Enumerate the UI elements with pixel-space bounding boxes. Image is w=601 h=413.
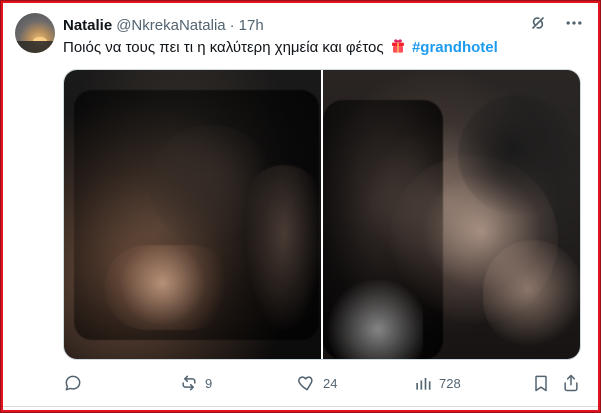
post-top-actions bbox=[528, 13, 584, 33]
user-handle[interactable]: @NkrekaNatalia bbox=[116, 17, 225, 34]
left-arm-highlight bbox=[244, 165, 321, 335]
grok-icon[interactable] bbox=[528, 13, 548, 33]
post-header: Natalie @NkrekaNatalia · 17h bbox=[63, 15, 264, 35]
avatar[interactable] bbox=[15, 13, 55, 53]
tweet-text-body: Ποιός να τους πει τι η καλύτερη χημεία κ… bbox=[63, 39, 384, 56]
right-hand-highlight bbox=[483, 240, 580, 350]
hashtag-link[interactable]: #grandhotel bbox=[412, 39, 498, 56]
post-actions: 9 24 728 bbox=[63, 369, 581, 397]
avatar-ground bbox=[15, 41, 55, 53]
bookmark-button[interactable] bbox=[531, 369, 551, 397]
repost-count: 9 bbox=[205, 375, 213, 391]
views-icon[interactable] bbox=[413, 373, 433, 393]
share-icon[interactable] bbox=[561, 373, 581, 393]
views-button[interactable]: 728 bbox=[413, 369, 461, 397]
media-image-left[interactable] bbox=[64, 70, 321, 359]
views-count: 728 bbox=[439, 375, 461, 391]
reply-button[interactable] bbox=[63, 369, 83, 397]
bookmark-icon[interactable] bbox=[531, 373, 551, 393]
right-shirt-highlight bbox=[323, 280, 423, 359]
gift-icon bbox=[390, 38, 406, 54]
like-button[interactable]: 24 bbox=[297, 369, 337, 397]
share-button[interactable] bbox=[561, 369, 581, 397]
media-image-right[interactable] bbox=[323, 70, 580, 359]
repost-button[interactable]: 9 bbox=[179, 369, 212, 397]
left-face-highlight bbox=[104, 245, 234, 330]
tweet-text: Ποιός να τους πει τι η καλύτερη χημεία κ… bbox=[63, 38, 498, 56]
post-card: Natalie @NkrekaNatalia · 17h Ποιός να το… bbox=[0, 0, 601, 413]
reply-icon[interactable] bbox=[63, 373, 83, 393]
more-icon[interactable] bbox=[564, 13, 584, 33]
right-man-head bbox=[458, 95, 578, 215]
post-divider bbox=[3, 406, 598, 407]
like-icon[interactable] bbox=[297, 373, 317, 393]
meta-separator: · bbox=[229, 16, 235, 34]
post-time[interactable]: 17h bbox=[239, 17, 264, 34]
repost-icon[interactable] bbox=[179, 373, 199, 393]
media-grid[interactable] bbox=[63, 69, 581, 360]
like-count: 24 bbox=[323, 375, 338, 391]
display-name[interactable]: Natalie bbox=[63, 17, 112, 34]
